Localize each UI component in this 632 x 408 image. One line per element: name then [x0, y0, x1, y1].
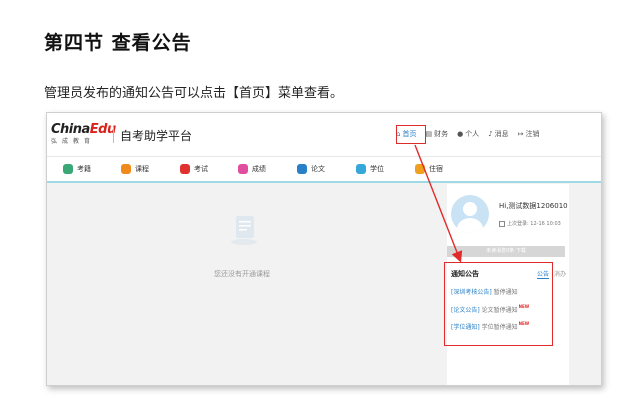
logout-icon: ↦ — [517, 130, 524, 138]
course-icon — [121, 164, 131, 174]
lodging-icon — [415, 164, 425, 174]
main-menu: 考籍 课程 考试 成绩 论文 学位 住宿 — [47, 157, 601, 183]
nav-personal[interactable]: ● 个人 — [457, 128, 479, 140]
empty-course-text: 您还没有开通课程 — [214, 270, 270, 278]
menu-item-register[interactable]: 考籍 — [63, 164, 91, 174]
unread-messages-button[interactable]: 未读消息0条 下载 — [447, 246, 565, 257]
degree-icon — [356, 164, 366, 174]
nav-logout[interactable]: ↦ 注销 — [518, 128, 540, 140]
document-title: 第四节 查看公告 — [44, 32, 192, 54]
score-icon — [238, 164, 248, 174]
top-header: ChinaEdu 弘成教育 自考助学平台 ⌂ 首页 ▤ 财务 ● 个人 ♪ 消息 — [47, 113, 601, 157]
app-title: 自考助学平台 — [120, 129, 193, 143]
avatar — [451, 195, 489, 233]
exam-icon — [180, 164, 190, 174]
calendar-icon — [499, 220, 505, 227]
register-icon — [63, 164, 73, 174]
menu-item-course[interactable]: 课程 — [121, 164, 149, 174]
logo-divider — [113, 127, 114, 143]
home-highlight-box — [396, 125, 426, 144]
paper-icon — [297, 164, 307, 174]
nav-finance[interactable]: ▤ 财务 — [425, 128, 448, 140]
bell-icon: ♪ — [488, 130, 493, 138]
menu-item-degree[interactable]: 学位 — [356, 164, 384, 174]
finance-icon: ▤ — [425, 130, 433, 138]
menu-item-lodging[interactable]: 住宿 — [415, 164, 443, 174]
empty-course-icon — [231, 216, 257, 245]
menu-item-score[interactable]: 成绩 — [238, 164, 266, 174]
screenshot-frame: ChinaEdu 弘成教育 自考助学平台 ⌂ 首页 ▤ 财务 ● 个人 ♪ 消息 — [46, 112, 602, 386]
notice-highlight-box — [444, 262, 553, 346]
nav-messages[interactable]: ♪ 消息 — [488, 128, 508, 140]
tab-other[interactable]: 消办 — [554, 269, 566, 278]
last-login: 上次登录: 12-16 10:03 — [499, 220, 561, 227]
user-icon: ● — [457, 130, 464, 138]
document-paragraph: 管理员发布的通知公告可以点击【首页】菜单查看。 — [44, 86, 344, 101]
menu-item-paper[interactable]: 论文 — [297, 164, 325, 174]
menu-item-exam[interactable]: 考试 — [180, 164, 208, 174]
user-greeting: Hi,测试数据1206010 — [499, 202, 568, 210]
chinaedu-logo[interactable]: ChinaEdu 弘成教育 — [51, 122, 116, 150]
